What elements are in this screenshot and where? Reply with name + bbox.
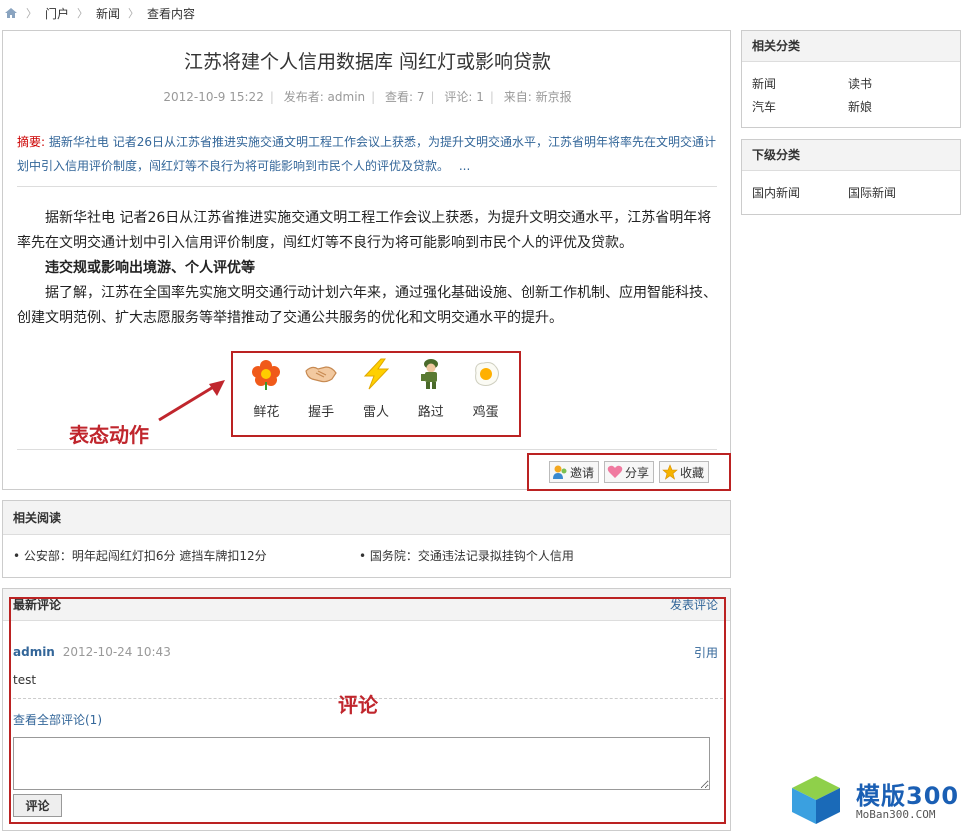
related-link[interactable]: • 公安部：明年起闯红灯扣6分 遮挡车牌扣12分 xyxy=(13,547,359,564)
breadcrumb-current: 查看内容 xyxy=(147,6,196,21)
share-button[interactable]: 分享 xyxy=(603,461,654,483)
handshake-icon xyxy=(304,357,338,391)
reaction-label: 路过 xyxy=(417,405,444,420)
heart-icon xyxy=(607,464,623,480)
article-body: 据新华社电 记者26日从江苏省推进实施交通文明工程工作会议上获悉，为提升文明交通… xyxy=(17,206,717,331)
home-icon[interactable] xyxy=(4,7,18,19)
comment-time: 2012-10-24 10:43 xyxy=(62,645,171,659)
sub-categories-list: 国内新闻 国际新闻 xyxy=(742,171,960,201)
summary-label: 摘要: xyxy=(17,135,46,149)
chevron-right-icon: 〉 xyxy=(77,7,89,20)
related-reading-panel: 相关阅读 • 公安部：明年起闯红灯扣6分 遮挡车牌扣12分 • 国务院：交通违法… xyxy=(2,500,731,578)
article-comment-count[interactable]: 评论: 1 xyxy=(444,90,484,104)
article-meta: 2012-10-9 15:22 | 发布者: admin | 查看: 7 | 评论: … xyxy=(163,90,572,104)
lightning-icon xyxy=(359,357,393,391)
article-paragraph: 据了解，江苏在全国率先实施文明交通行动计划六年来，通过强化基础设施、创新工作机制… xyxy=(17,285,717,326)
comment-input[interactable] xyxy=(13,737,710,790)
category-link[interactable]: 国内新闻 xyxy=(752,184,848,201)
submit-comment-button[interactable]: 评论 xyxy=(13,794,62,817)
annotation-arrow-icon xyxy=(158,380,225,422)
invite-button[interactable]: 邀请 xyxy=(548,461,599,483)
soldier-icon xyxy=(414,357,448,391)
invite-icon xyxy=(552,464,568,480)
article-author: 发布者: admin xyxy=(283,90,366,104)
category-link[interactable]: 汽车 xyxy=(752,98,848,115)
reaction-flower[interactable]: 鲜花 xyxy=(244,357,288,420)
related-reading-title: 相关阅读 xyxy=(3,501,730,535)
egg-icon xyxy=(469,357,503,391)
reaction-handshake[interactable]: 握手 xyxy=(299,357,343,420)
category-link[interactable]: 国际新闻 xyxy=(848,184,944,201)
reaction-label: 雷人 xyxy=(362,405,389,420)
article-panel: 江苏将建个人信用数据库 闯红灯或影响贷款 2012-10-9 15:22 | 发布… xyxy=(2,30,731,491)
article-views: 查看: 7 xyxy=(385,90,425,104)
related-categories-list: 新闻 读书 汽车 新娘 xyxy=(742,62,960,115)
quote-link[interactable]: 引用 xyxy=(694,644,718,661)
reaction-annotation: 表态动作 xyxy=(69,423,149,447)
sub-categories-panel: 下级分类 国内新闻 国际新闻 xyxy=(741,139,961,215)
divider xyxy=(17,449,717,450)
star-icon xyxy=(662,464,678,480)
article-summary: 摘要: 据新华社电 记者26日从江苏省推进实施交通文明工程工作会议上获悉，为提升… xyxy=(17,130,717,187)
comment-text: test xyxy=(13,673,37,687)
related-link[interactable]: • 国务院：交通违法记录拟挂钩个人信用 xyxy=(359,547,705,564)
article-subheading: 违交规或影响出境游、个人评优等 xyxy=(45,260,255,276)
reaction-panel: 鲜花 握手 雷人 路过 鸡蛋 xyxy=(231,351,521,437)
comments-header: 最新评论 发表评论 xyxy=(3,589,730,621)
chevron-right-icon: 〉 xyxy=(128,7,140,20)
reaction-label: 鲜花 xyxy=(253,405,280,420)
reaction-lightning[interactable]: 雷人 xyxy=(354,357,398,420)
related-reading-list: • 公安部：明年起闯红灯扣6分 遮挡车牌扣12分 • 国务院：交通违法记录拟挂钩… xyxy=(3,535,730,564)
comment-author[interactable]: admin xyxy=(13,645,55,659)
category-link[interactable]: 读书 xyxy=(848,75,944,92)
favorite-button[interactable]: 收藏 xyxy=(659,461,710,483)
comments-panel: 最新评论 发表评论 admin 2012-10-24 10:43 引用 test… xyxy=(2,588,731,831)
reaction-label: 握手 xyxy=(308,405,335,420)
reaction-egg[interactable]: 鸡蛋 xyxy=(464,357,508,420)
breadcrumb: 〉 门户 〉 新闻 〉 查看内容 xyxy=(0,0,963,26)
category-link[interactable]: 新娘 xyxy=(848,98,944,115)
watermark: 模版300 MoBan300.COM xyxy=(788,770,960,828)
breadcrumb-portal[interactable]: 门户 xyxy=(45,5,69,22)
reaction-pass[interactable]: 路过 xyxy=(409,357,453,420)
related-categories-panel: 相关分类 新闻 读书 汽车 新娘 xyxy=(741,30,961,128)
view-all-comments-link[interactable]: 查看全部评论(1) xyxy=(13,711,102,728)
article-date: 2012-10-9 15:22 xyxy=(163,90,264,104)
sub-categories-title: 下级分类 xyxy=(742,140,960,171)
article-paragraph: 据新华社电 记者26日从江苏省推进实施交通文明工程工作会议上获悉，为提升文明交通… xyxy=(17,210,712,251)
cube-logo-icon xyxy=(792,776,840,824)
post-comment-link[interactable]: 发表评论 xyxy=(670,589,718,620)
watermark-url: MoBan300.COM xyxy=(856,808,936,821)
comments-title: 最新评论 xyxy=(13,598,62,612)
summary-more[interactable]: ... xyxy=(459,159,470,173)
article-title: 江苏将建个人信用数据库 闯红灯或影响贷款 xyxy=(183,51,552,73)
breadcrumb-news[interactable]: 新闻 xyxy=(96,5,120,22)
comment-meta: admin 2012-10-24 10:43 xyxy=(13,645,171,659)
category-link[interactable]: 新闻 xyxy=(752,75,848,92)
related-categories-title: 相关分类 xyxy=(742,31,960,62)
comments-annotation: 评论 xyxy=(338,693,378,717)
article-source: 来自: 新京报 xyxy=(503,90,572,104)
watermark-text: 模版300 xyxy=(856,782,960,810)
chevron-right-icon: 〉 xyxy=(26,7,37,20)
summary-text: 据新华社电 记者26日从江苏省推进实施交通文明工程工作会议上获悉，为提升文明交通… xyxy=(17,135,716,173)
reaction-label: 鸡蛋 xyxy=(472,405,499,420)
article-tools: 邀请 分享 收藏 xyxy=(527,453,731,491)
flower-icon xyxy=(249,357,283,391)
